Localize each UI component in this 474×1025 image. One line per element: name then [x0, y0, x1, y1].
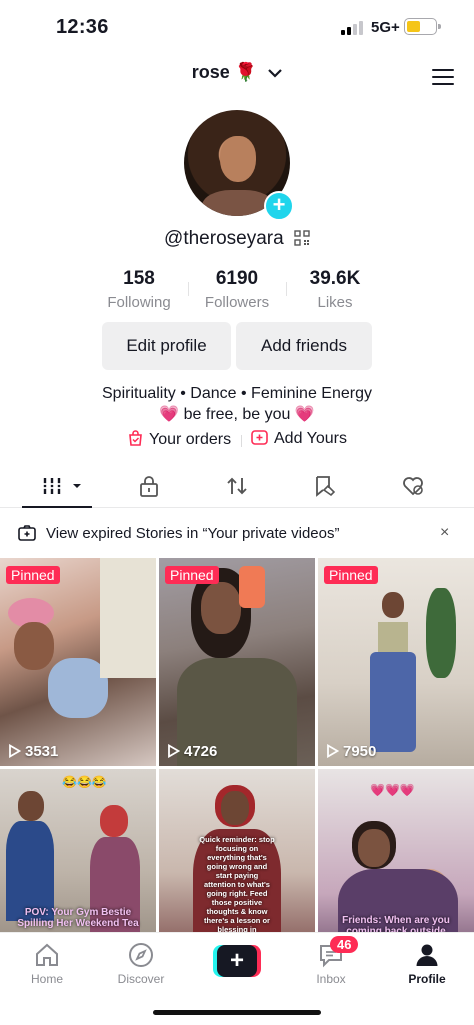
- inbox-badge: 46: [330, 936, 359, 953]
- bookmark-hand-icon: [316, 476, 336, 497]
- play-icon: [327, 744, 339, 758]
- expired-stories-notice[interactable]: View expired Stories in “Your private vi…: [0, 512, 474, 554]
- video-grid: Pinned 3531 Pinned 4726 Pinned 7950 😂😂😂 …: [0, 558, 474, 977]
- profile-header: rose 🌹: [0, 56, 474, 96]
- home-indicator: [153, 1010, 321, 1015]
- tab-liked[interactable]: [401, 474, 425, 498]
- add-friends-button[interactable]: Add friends: [236, 322, 372, 370]
- videos-grid-icon: [43, 478, 81, 494]
- view-count: 3531: [8, 743, 58, 760]
- chevron-down-icon: [268, 69, 283, 78]
- play-icon: [9, 744, 21, 758]
- plus-icon: +: [217, 945, 257, 977]
- profile-icon: [416, 944, 438, 966]
- add-yours-link[interactable]: Add Yours: [251, 430, 347, 448]
- tab-videos[interactable]: [42, 474, 86, 498]
- video-thumbnail[interactable]: Pinned 7950: [318, 558, 474, 766]
- nav-label: Inbox: [316, 972, 346, 986]
- add-story-button[interactable]: +: [264, 191, 294, 221]
- qr-code-icon[interactable]: [294, 230, 310, 246]
- link-label: Your orders: [149, 431, 232, 448]
- rose-emoji: 🌹: [234, 62, 258, 82]
- tab-reposts[interactable]: [225, 474, 249, 498]
- video-thumbnail[interactable]: Pinned 4726: [159, 558, 315, 766]
- lock-icon: [140, 476, 158, 497]
- nav-home[interactable]: Home: [12, 941, 82, 986]
- stat-value: 39.6K: [309, 268, 361, 289]
- repost-icon: [227, 477, 247, 495]
- bio-line: 💗 be free, be you 💗: [0, 404, 474, 424]
- nav-label: Profile: [408, 972, 446, 986]
- nav-discover[interactable]: Discover: [106, 941, 176, 986]
- tab-private[interactable]: [137, 474, 161, 498]
- notice-text: View expired Stories in “Your private vi…: [46, 525, 340, 542]
- profile-links: Your orders Add Yours: [0, 430, 474, 452]
- account-switcher[interactable]: rose 🌹: [0, 62, 474, 83]
- video-caption: POV: Your Gym Bestie Spilling Her Weeken…: [17, 907, 139, 929]
- caption-emoji: 💗💗💗: [370, 783, 415, 797]
- content-tabs: [0, 464, 474, 508]
- pinned-badge: Pinned: [165, 566, 219, 584]
- heart-emoji: 💗: [159, 406, 180, 423]
- video-caption: Quick reminder: stop focusing on everyth…: [199, 835, 275, 943]
- stat-label: Likes: [317, 294, 353, 311]
- network-label: 5G+: [371, 19, 400, 36]
- pinned-badge: Pinned: [6, 566, 60, 584]
- bio-text: be free, be you: [183, 406, 291, 423]
- heart-hidden-icon: [403, 477, 423, 496]
- edit-profile-button[interactable]: Edit profile: [102, 322, 231, 370]
- close-icon[interactable]: ×: [440, 524, 449, 542]
- tab-saved[interactable]: [313, 474, 337, 498]
- view-count: 7950: [326, 743, 376, 760]
- stat-following[interactable]: 158 Following: [90, 268, 188, 311]
- play-icon: [168, 744, 180, 758]
- divider: [241, 435, 242, 447]
- menu-icon[interactable]: [432, 69, 454, 85]
- your-orders-link[interactable]: Your orders: [128, 430, 231, 449]
- status-bar: 12:36 5G+: [0, 0, 474, 56]
- shopping-bag-icon: [129, 430, 142, 446]
- stat-likes[interactable]: 39.6K Likes: [286, 268, 384, 311]
- add-yours-icon: [251, 430, 268, 445]
- battery-icon: [404, 18, 441, 35]
- story-camera-icon: [18, 525, 36, 541]
- profile-stats: 158 Following 6190 Followers 39.6K Likes: [90, 268, 384, 314]
- home-icon: [36, 943, 58, 966]
- compass-icon: [129, 943, 153, 967]
- caption-emoji: 😂😂😂: [62, 775, 107, 789]
- nav-label: Discover: [117, 972, 165, 986]
- handle-row: @theroseyara: [0, 228, 474, 250]
- stat-value: 6190: [215, 268, 259, 289]
- nav-label: Home: [30, 972, 63, 986]
- stat-label: Followers: [204, 294, 270, 311]
- pinned-badge: Pinned: [324, 566, 378, 584]
- stat-label: Following: [107, 294, 171, 311]
- heart-emoji: 💗: [294, 406, 315, 423]
- stat-value: 158: [123, 268, 155, 289]
- handle: @theroseyara: [164, 228, 284, 249]
- create-button[interactable]: +: [213, 945, 261, 977]
- video-thumbnail[interactable]: Pinned 3531: [0, 558, 156, 766]
- bio-line: Spirituality • Dance • Feminine Energy: [102, 385, 372, 402]
- link-label: Add Yours: [274, 430, 347, 447]
- status-time: 12:36: [56, 16, 109, 38]
- signal-icon: [341, 21, 367, 35]
- account-name: rose: [191, 62, 230, 82]
- view-count: 4726: [167, 743, 217, 760]
- stat-followers[interactable]: 6190 Followers: [188, 268, 286, 311]
- active-tab-indicator: [22, 506, 92, 508]
- nav-profile[interactable]: Profile: [392, 941, 462, 986]
